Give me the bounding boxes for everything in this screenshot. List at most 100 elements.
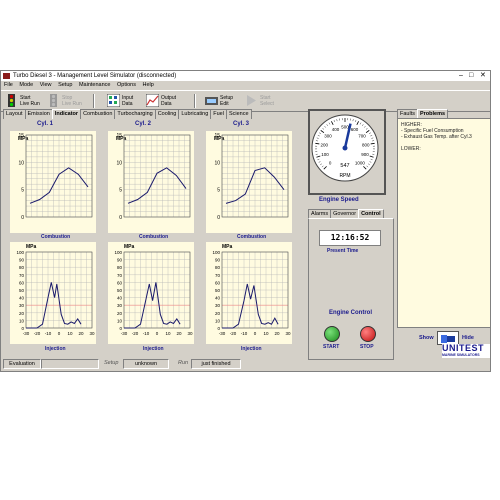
rpm-gauge: 0100200300400 500 6007008009001000 547 RPM bbox=[311, 114, 379, 182]
injection-chart: MPa 100 90 80 70 60 50 40 30 20 10 0 -30 -20 -10 0 10 20 3… bbox=[10, 242, 96, 344]
combustion-caption: Combustion bbox=[237, 234, 267, 240]
x-tick-label: 30 bbox=[285, 331, 291, 336]
setup-edit-icon bbox=[205, 97, 218, 105]
y-tick-label: 50 bbox=[215, 288, 221, 293]
status-run-label: Run bbox=[178, 360, 189, 366]
status-bar: Evaluation Setup unknown Run just finish… bbox=[1, 358, 490, 369]
y-tick-label: 10 bbox=[214, 160, 220, 166]
maximize-icon[interactable]: □ bbox=[469, 72, 473, 80]
tab-layout[interactable]: Layout bbox=[3, 109, 26, 119]
tab-lubricating[interactable]: Lubricating bbox=[178, 109, 212, 119]
menu-help[interactable]: Help bbox=[143, 82, 154, 88]
engine-control-label: Engine Control bbox=[329, 310, 372, 316]
tab-fuel[interactable]: Fuel bbox=[210, 109, 227, 119]
y-tick-label: 30 bbox=[117, 303, 123, 308]
y-tick-label: 100 bbox=[114, 250, 122, 255]
y-tick-label: 60 bbox=[19, 280, 25, 285]
y-tick-label: 15 bbox=[116, 133, 122, 139]
x-tick-label: -30 bbox=[219, 331, 226, 336]
y-tick-label: 20 bbox=[117, 311, 123, 316]
y-tick-label: 10 bbox=[116, 160, 122, 166]
engine-speed-gauge-frame: 0 100 200 300 400 500 600 700 800 900 1000 547 RPM bbox=[308, 109, 386, 195]
tab-turbocharging[interactable]: Turbocharging bbox=[114, 109, 156, 119]
x-tick-label: 30 bbox=[89, 331, 95, 336]
tab-combustion[interactable]: Combustion bbox=[80, 109, 116, 119]
y-tick-label: 15 bbox=[18, 133, 24, 139]
start-button[interactable] bbox=[324, 326, 340, 342]
menu-view[interactable]: View bbox=[40, 82, 52, 88]
y-tick-label: 50 bbox=[19, 288, 25, 293]
hide-label: Hide bbox=[462, 335, 474, 341]
y-tick-label: 40 bbox=[215, 296, 221, 301]
problems-tabs: Faults Problems bbox=[397, 109, 449, 119]
y-tick-label: 70 bbox=[215, 273, 221, 278]
cylinder-title: Cyl. 3 bbox=[233, 121, 250, 127]
x-tick-label: 0 bbox=[254, 331, 257, 336]
main-tabs: Layout Emission Indicator Combustion Turboch… bbox=[3, 109, 252, 119]
y-tick-label: 0 bbox=[21, 215, 24, 221]
gauge-unit: RPM bbox=[339, 173, 350, 179]
engine-speed-label: Engine Speed bbox=[319, 197, 359, 203]
x-tick-label: -30 bbox=[23, 331, 30, 336]
y-tick-label: 10 bbox=[215, 318, 221, 323]
injection-caption: Injection bbox=[45, 346, 66, 352]
x-tick-label: -10 bbox=[241, 331, 248, 336]
window-title: Turbo Diesel 3 - Management Level Simula… bbox=[13, 73, 177, 79]
gauge-tick-label: 700 bbox=[358, 133, 366, 138]
gauge-tick-label: 200 bbox=[321, 142, 329, 147]
status-evaluation-value bbox=[41, 359, 99, 369]
injection-caption: Injection bbox=[241, 346, 262, 352]
stop-label: STOP bbox=[360, 344, 374, 350]
tab-emission[interactable]: Emission bbox=[24, 109, 53, 119]
x-tick-label: 30 bbox=[187, 331, 193, 336]
traffic-light-icon bbox=[8, 94, 15, 107]
menu-bar: File Mode View Setup Maintenance Options… bbox=[1, 81, 490, 89]
y-tick-label: 50 bbox=[117, 288, 123, 293]
y-tick-label: 40 bbox=[19, 296, 25, 301]
control-panel: 12:16:52 Present Time Engine Control STA… bbox=[308, 218, 394, 360]
menu-mode[interactable]: Mode bbox=[19, 82, 33, 88]
injection-chart: MPa 100 90 80 70 60 50 40 30 20 10 0 -30 -20 -10 0 10 20 3… bbox=[206, 242, 292, 344]
y-tick-label: 60 bbox=[215, 280, 221, 285]
time-display: 12:16:52 bbox=[319, 230, 381, 246]
problems-text: HIGHER: - Specific Fuel Consumption - Ex… bbox=[401, 122, 472, 152]
tab-science[interactable]: Science bbox=[225, 109, 252, 119]
y-tick-label: 100 bbox=[16, 250, 24, 255]
combustion-chart: MPa 15 10 5 0 bbox=[10, 131, 96, 233]
status-evaluation: Evaluation bbox=[3, 359, 41, 369]
combustion-chart: MPa 15 10 5 0 bbox=[206, 131, 292, 233]
stop-button[interactable] bbox=[360, 326, 376, 342]
menu-setup[interactable]: Setup bbox=[58, 82, 72, 88]
gauge-value: 547 bbox=[340, 163, 349, 169]
injection-chart: MPa 100 90 80 70 60 50 40 30 20 10 0 -30 -20 -10 0 10 20 3… bbox=[108, 242, 194, 344]
tab-indicator[interactable]: Indicator bbox=[51, 109, 82, 119]
tab-cooling[interactable]: Cooling bbox=[154, 109, 180, 119]
y-tick-label: 20 bbox=[19, 311, 25, 316]
status-setup-label: Setup bbox=[104, 360, 119, 366]
y-tick-label: 90 bbox=[117, 258, 123, 263]
minimize-icon[interactable]: – bbox=[459, 72, 463, 80]
menu-file[interactable]: File bbox=[4, 82, 13, 88]
y-tick-label: 10 bbox=[19, 318, 25, 323]
start-label: START bbox=[323, 344, 340, 350]
y-tick-label: 5 bbox=[119, 188, 122, 194]
y-tick-label: 60 bbox=[117, 280, 123, 285]
gauge-tick-label: 300 bbox=[324, 133, 332, 138]
close-icon[interactable]: ✕ bbox=[480, 72, 486, 80]
y-tick-label: 90 bbox=[215, 258, 221, 263]
menu-maintenance[interactable]: Maintenance bbox=[79, 82, 111, 88]
svg-text:MPa: MPa bbox=[124, 244, 135, 250]
combustion-caption: Combustion bbox=[41, 234, 71, 240]
input-data-icon bbox=[107, 94, 120, 107]
y-tick-label: 70 bbox=[19, 273, 25, 278]
menu-options[interactable]: Options bbox=[117, 82, 136, 88]
status-run-value: just finished bbox=[191, 359, 241, 369]
y-tick-label: 90 bbox=[19, 258, 25, 263]
x-tick-label: -20 bbox=[132, 331, 139, 336]
y-tick-label: 100 bbox=[212, 250, 220, 255]
x-tick-label: 20 bbox=[78, 331, 84, 336]
x-tick-label: 20 bbox=[274, 331, 280, 336]
x-tick-label: 10 bbox=[165, 331, 171, 336]
y-tick-label: 30 bbox=[215, 303, 221, 308]
output-chart-icon bbox=[146, 94, 159, 107]
